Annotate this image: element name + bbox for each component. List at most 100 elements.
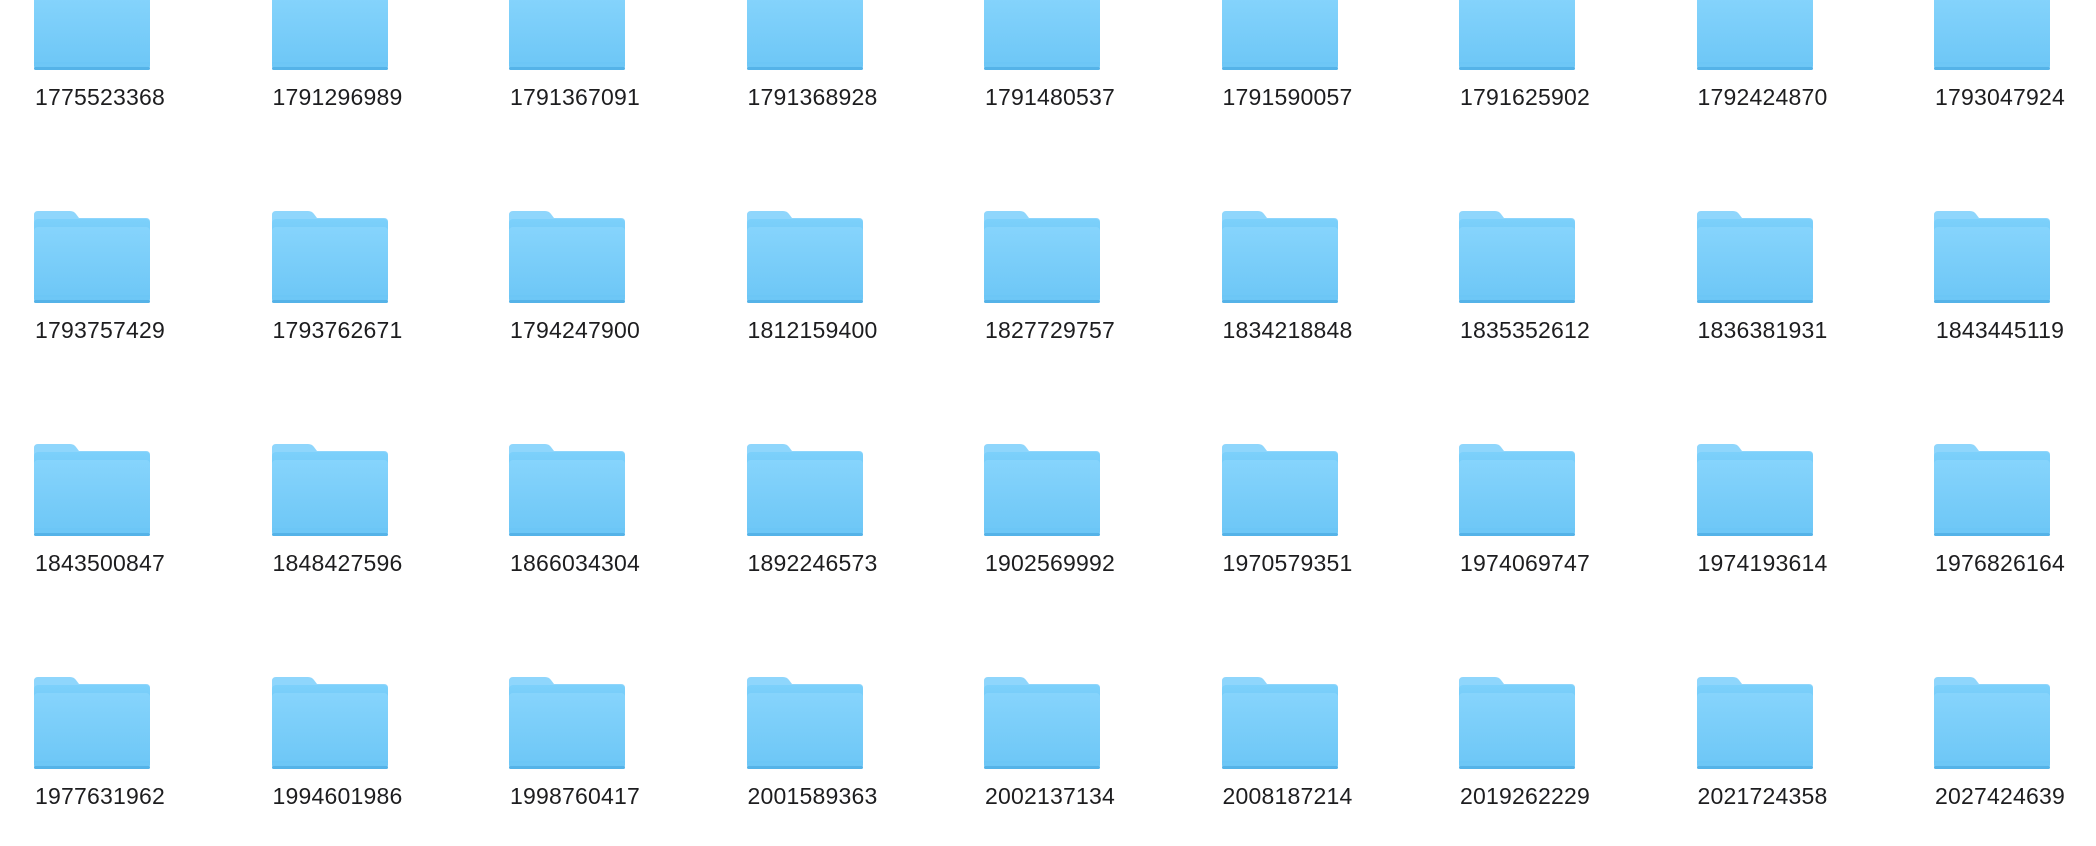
folder-item[interactable]: 1812159400 [713, 209, 913, 369]
folder-icon [507, 0, 627, 76]
folder-icon [1932, 442, 2052, 542]
folder-name: 1791368928 [747, 84, 878, 110]
folder-item[interactable]: 1793762671 [238, 209, 438, 369]
folder-item[interactable]: 1974193614 [1663, 442, 1863, 602]
folder-name: 1775523368 [35, 84, 165, 110]
folder-icon [1695, 0, 1815, 76]
folder-item[interactable]: 1977631962 [0, 675, 200, 835]
folder-name: 1791480537 [985, 84, 1115, 110]
folder-icon [1220, 0, 1340, 76]
folder-item[interactable]: 1791296989 [238, 0, 438, 136]
folder-icon [1457, 442, 1577, 542]
folder-item[interactable]: 2027424639 [1900, 675, 2096, 835]
folder-name: 1892246573 [747, 550, 878, 576]
folder-name: 1848427596 [272, 550, 403, 576]
folder-name: 1793762671 [272, 317, 403, 343]
folder-item[interactable]: 1848427596 [238, 442, 438, 602]
folder-item[interactable]: 1791590057 [1188, 0, 1388, 136]
folder-item[interactable]: 1843500847 [0, 442, 200, 602]
folder-name: 1794247900 [510, 317, 640, 343]
folder-icon [1457, 209, 1577, 309]
folder-name: 1843500847 [35, 550, 165, 576]
folder-icon [745, 209, 865, 309]
folder-icon [982, 0, 1102, 76]
folder-icon [1932, 675, 2052, 775]
folder-name: 1977631962 [35, 783, 165, 809]
folder-name: 1843445119 [1935, 317, 2065, 343]
folder-item[interactable]: 1836381931 [1663, 209, 1863, 369]
folder-icon [745, 0, 865, 76]
folder-name: 1902569992 [985, 550, 1115, 576]
folder-icon [1220, 675, 1340, 775]
folder-icon [507, 442, 627, 542]
folder-item[interactable]: 2002137134 [950, 675, 1150, 835]
folder-icon [32, 0, 152, 76]
folder-item[interactable]: 1998760417 [475, 675, 675, 835]
folder-name: 2019262229 [1460, 783, 1590, 809]
folder-item[interactable]: 1994601986 [238, 675, 438, 835]
folder-name: 1866034304 [510, 550, 640, 576]
folder-icon [1457, 0, 1577, 76]
folder-name: 1834218848 [1222, 317, 1353, 343]
folder-item[interactable]: 2008187214 [1188, 675, 1388, 835]
folder-icon [32, 675, 152, 775]
folder-icon [270, 675, 390, 775]
folder-icon [1220, 209, 1340, 309]
folder-item[interactable]: 1866034304 [475, 442, 675, 602]
folder-icon [1695, 442, 1815, 542]
folder-name: 1974069747 [1460, 550, 1590, 576]
folder-icon [270, 209, 390, 309]
folder-icon [1220, 442, 1340, 542]
folder-icon [270, 442, 390, 542]
folder-name: 1827729757 [985, 317, 1115, 343]
folder-item[interactable]: 1791625902 [1425, 0, 1625, 136]
folder-icon [1457, 675, 1577, 775]
folder-item[interactable]: 2001589363 [713, 675, 913, 835]
folder-name: 1793757429 [35, 317, 165, 343]
folder-item[interactable]: 2019262229 [1425, 675, 1625, 835]
folder-name: 2002137134 [985, 783, 1115, 809]
folder-name: 1976826164 [1935, 550, 2065, 576]
folder-item[interactable]: 1892246573 [713, 442, 913, 602]
folder-item[interactable]: 1976826164 [1900, 442, 2096, 602]
folder-icon [982, 209, 1102, 309]
folder-name: 1791590057 [1222, 84, 1353, 110]
folder-item[interactable]: 2021724358 [1663, 675, 1863, 835]
folder-item[interactable]: 1793757429 [0, 209, 200, 369]
folder-item[interactable]: 1974069747 [1425, 442, 1625, 602]
folder-icon [32, 442, 152, 542]
folder-item[interactable]: 1775523368 [0, 0, 200, 136]
folder-item[interactable]: 1970579351 [1188, 442, 1388, 602]
folder-name: 1793047924 [1935, 84, 2065, 110]
folder-name: 1994601986 [272, 783, 403, 809]
folder-item[interactable]: 1792424870 [1663, 0, 1863, 136]
folder-item[interactable]: 1793047924 [1900, 0, 2096, 136]
folder-name: 1791296989 [272, 84, 403, 110]
folder-name: 1791625902 [1460, 84, 1590, 110]
folder-item[interactable]: 1794247900 [475, 209, 675, 369]
folder-name: 1792424870 [1697, 84, 1828, 110]
folder-item[interactable]: 1834218848 [1188, 209, 1388, 369]
folder-name: 1970579351 [1222, 550, 1353, 576]
folder-icon [745, 442, 865, 542]
folder-icon [507, 675, 627, 775]
folder-icon [1695, 209, 1815, 309]
folder-name: 1836381931 [1697, 317, 1828, 343]
folder-name: 2021724358 [1697, 783, 1828, 809]
folder-name: 2027424639 [1935, 783, 2065, 809]
folder-icon [32, 209, 152, 309]
folder-item[interactable]: 1791480537 [950, 0, 1150, 136]
folder-icon [982, 442, 1102, 542]
folder-item[interactable]: 1827729757 [950, 209, 1150, 369]
folder-icon [982, 675, 1102, 775]
folder-item[interactable]: 1843445119 [1900, 209, 2096, 369]
folder-item[interactable]: 1791368928 [713, 0, 913, 136]
folder-icon [270, 0, 390, 76]
folder-name: 1998760417 [510, 783, 640, 809]
folder-name: 2008187214 [1222, 783, 1353, 809]
folder-name: 1812159400 [747, 317, 878, 343]
folder-item[interactable]: 1835352612 [1425, 209, 1625, 369]
folder-item[interactable]: 1902569992 [950, 442, 1150, 602]
folder-name: 1791367091 [510, 84, 640, 110]
folder-item[interactable]: 1791367091 [475, 0, 675, 136]
